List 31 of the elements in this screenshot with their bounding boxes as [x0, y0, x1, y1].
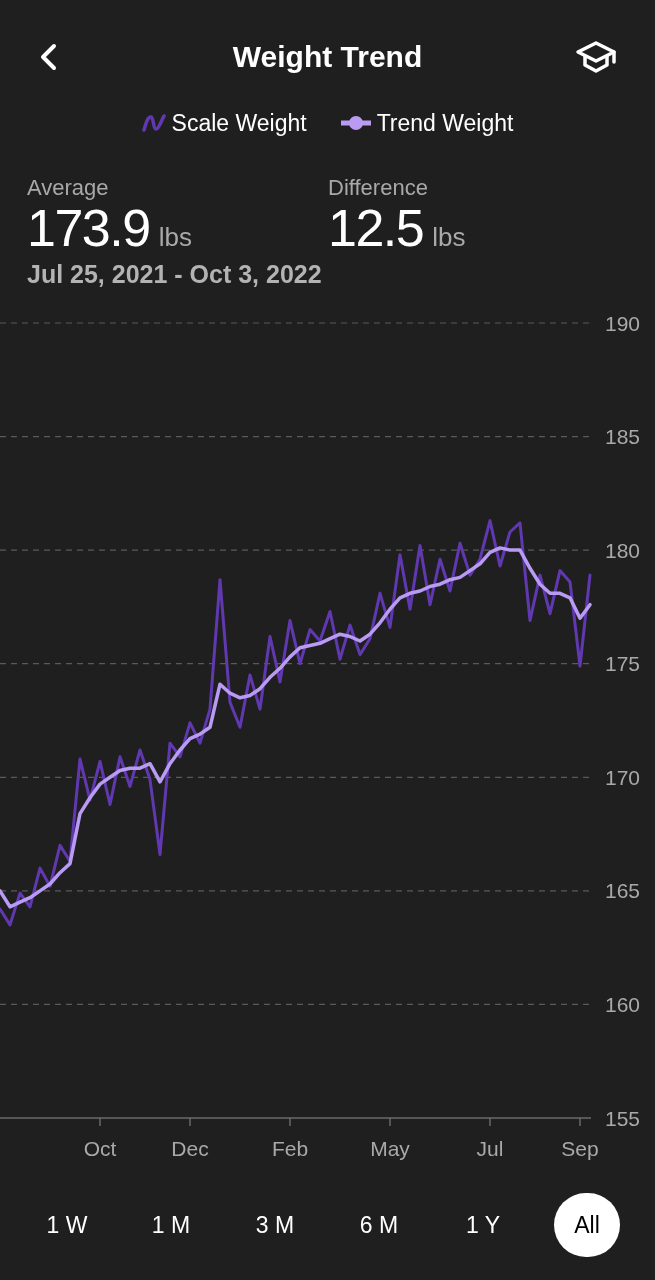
stat-label: Average: [27, 175, 109, 201]
stat-value: 12.5: [328, 201, 424, 255]
range-tab[interactable]: All: [554, 1193, 620, 1257]
range-tab[interactable]: 3 M: [235, 1193, 315, 1257]
y-axis-label: 160: [605, 992, 641, 1016]
range-tab[interactable]: 1 W: [26, 1193, 108, 1257]
range-tab[interactable]: 1 Y: [445, 1193, 521, 1257]
x-axis-label: May: [370, 1136, 410, 1160]
graduation-cap-icon[interactable]: [575, 40, 617, 74]
x-axis-label: Dec: [171, 1136, 209, 1160]
y-axis-label: 165: [605, 879, 641, 903]
legend-label: Scale Weight: [171, 109, 307, 137]
y-axis-label: 155: [605, 1106, 641, 1130]
stat-value: 173.9: [27, 201, 150, 255]
x-axis-label: Feb: [271, 1136, 309, 1160]
legend-label: Trend Weight: [376, 109, 514, 137]
range-tab[interactable]: 6 M: [339, 1193, 419, 1257]
stat-unit: lbs: [432, 222, 466, 253]
x-axis-label: Sep: [561, 1136, 599, 1160]
y-axis-label: 185: [605, 425, 641, 449]
date-range: Jul 25, 2021 - Oct 3, 2022: [27, 259, 322, 289]
range-tab[interactable]: 1 M: [131, 1193, 211, 1257]
stat-unit: lbs: [158, 222, 192, 253]
x-axis-label: Jul: [476, 1136, 504, 1160]
stat-label: Difference: [328, 175, 428, 201]
y-axis-label: 190: [605, 311, 641, 335]
y-axis-label: 175: [605, 652, 641, 676]
x-axis-label: Oct: [83, 1136, 117, 1160]
y-axis-label: 180: [605, 538, 641, 562]
y-axis-label: 170: [605, 765, 641, 789]
screen-title: Weight Trend: [232, 40, 423, 74]
